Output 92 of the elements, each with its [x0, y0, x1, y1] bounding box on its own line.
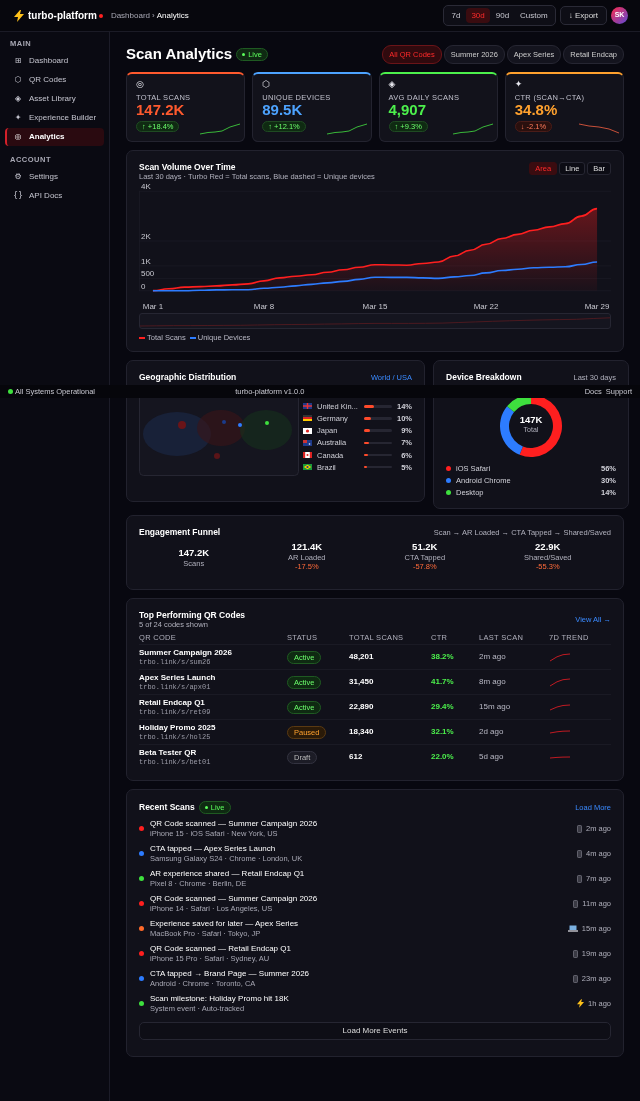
kpi-value: 4,907 — [388, 102, 428, 119]
event-title: QR Code scanned — Retail Endcap Q1 — [150, 944, 291, 954]
kpi-icon: ✦ — [514, 80, 614, 89]
code-name: Retail Endcap Q1 — [139, 698, 206, 708]
axis-label: Mar 22 — [473, 301, 499, 311]
breadcrumb-link[interactable]: Dashboard — [110, 10, 151, 21]
axis-label: Mar 29 — [584, 301, 610, 311]
range-tab[interactable]: Custom — [515, 7, 553, 24]
axis-label: 4K — [141, 183, 151, 192]
event-title: Experience saved for later — Apex Series — [150, 919, 299, 929]
ctr-value: 29.4% — [431, 702, 455, 712]
scan-count: 612 — [349, 752, 364, 762]
axis-label: 1K — [141, 257, 151, 267]
kpi-value: 89.5K — [262, 102, 304, 119]
sparkline — [579, 123, 619, 135]
last-scan-time: 2d ago — [479, 727, 505, 737]
kpi-value: 34.8% — [514, 102, 558, 119]
trend-sparkline — [549, 730, 571, 735]
range-tab[interactable]: 90d — [490, 7, 515, 24]
trend-sparkline — [549, 703, 571, 711]
range-tab[interactable]: 7d — [446, 7, 466, 24]
sidebar-item[interactable]: ✦ Experience Builder — [5, 109, 104, 127]
load-more-button[interactable]: Load More Events — [139, 1022, 611, 1040]
funnel-value: 147.2K — [177, 547, 211, 559]
sparkline — [326, 123, 367, 135]
trend-sparkline — [549, 652, 571, 662]
card-title: Geographic Distribution — [139, 372, 237, 383]
kpi-value: 147.2K — [136, 102, 186, 119]
kpi-icon: ⬡ — [262, 80, 362, 89]
flag-icon — [303, 403, 312, 410]
scan-count: 31,450 — [349, 677, 375, 687]
last-scan-time: 8m ago — [479, 677, 507, 687]
brand-name: turbo-platform — [28, 9, 97, 22]
card-title: Top Performing QR Codes — [139, 610, 246, 621]
flag-icon — [303, 452, 312, 459]
ctr-value: 32.1% — [431, 727, 455, 737]
ctr-value: 38.2% — [431, 652, 455, 662]
axis-label: Mar 8 — [253, 301, 275, 311]
trend-sparkline — [549, 755, 571, 759]
sidebar-item[interactable]: {} API Docs — [5, 187, 104, 205]
sidebar-item[interactable]: ⬡ QR Codes — [5, 71, 104, 89]
sidebar-item[interactable]: ◎ Analytics — [5, 128, 104, 146]
page-title: Scan Analytics — [126, 45, 233, 63]
code-name: Apex Series Launch — [139, 673, 217, 683]
axis-label: 2K — [141, 232, 151, 242]
flag-icon — [303, 415, 312, 422]
axis-label: Mar 1 — [142, 301, 164, 311]
funnel-value: 22.9K — [534, 541, 562, 553]
event-title: Scan milestone: Holiday Promo hit 18K — [150, 994, 289, 1004]
event-title: AR experience shared — Retail Endcap Q1 — [150, 869, 305, 879]
sparkline — [452, 123, 493, 135]
sidebar-item[interactable]: ⚙ Settings — [5, 168, 104, 186]
sparkline — [200, 123, 241, 135]
flag-icon — [303, 427, 312, 434]
range-tab[interactable]: 30d — [466, 7, 490, 24]
event-title: CTA tapped — Apex Series Launch — [150, 844, 277, 854]
export-button[interactable]: ↓ Export — [559, 5, 607, 26]
scan-count: 48,201 — [349, 652, 375, 662]
ctr-value: 41.7% — [431, 677, 455, 687]
axis-label: Mar 15 — [362, 301, 388, 311]
scan-count: 18,340 — [349, 727, 375, 737]
share-bar — [364, 405, 392, 408]
card-title: Scan Volume Over Time — [139, 162, 237, 173]
flag-icon — [303, 464, 312, 471]
donut-total: 147K — [519, 414, 543, 426]
kpi-icon: ◎ — [136, 80, 236, 89]
sidebar-item[interactable]: ⊞ Dashboard — [5, 52, 104, 70]
card-title: Recent Scans — [139, 802, 195, 813]
funnel-value: 51.2K — [411, 541, 439, 553]
last-scan-time: 5d ago — [479, 752, 505, 762]
card-title: Device Breakdown — [446, 372, 522, 383]
axis-label: 500 — [141, 269, 155, 279]
funnel-value: 121.4K — [290, 541, 324, 553]
event-title: QR Code scanned — Summer Campaign 2026 — [150, 894, 318, 904]
flag-icon — [303, 439, 312, 446]
card-title: Engagement Funnel — [139, 527, 221, 538]
event-title: QR Code scanned — Summer Campaign 2026 — [150, 819, 318, 829]
last-scan-time: 2m ago — [479, 652, 507, 662]
code-name: Summer Campaign 2026 — [139, 648, 233, 658]
last-scan-time: 15m ago — [479, 702, 512, 712]
ctr-value: 22.0% — [431, 752, 455, 762]
code-name: Holiday Promo 2025 — [139, 723, 217, 733]
lightning-icon — [14, 9, 24, 22]
trend-sparkline — [549, 677, 571, 687]
scan-count: 22,890 — [349, 702, 375, 712]
kpi-icon: ◈ — [388, 80, 488, 89]
code-name: Beta Tester QR — [139, 748, 198, 758]
sidebar-item[interactable]: ◈ Asset Library — [5, 90, 104, 108]
event-title: CTA tapped → Brand Page — Summer 2026 — [150, 969, 310, 979]
axis-label: 0 — [141, 282, 146, 291]
range-brush[interactable] — [139, 313, 611, 330]
breadcrumb-separator: › — [152, 10, 155, 21]
